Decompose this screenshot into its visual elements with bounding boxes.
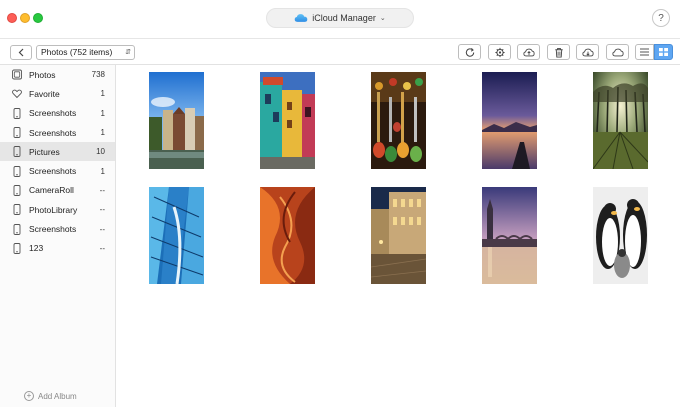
close-window-button[interactable] xyxy=(7,13,17,23)
photo-thumbnail[interactable] xyxy=(371,72,426,169)
penguins-image xyxy=(593,187,648,284)
album-label: Screenshots xyxy=(29,108,77,119)
hookah-pipes-image xyxy=(371,72,426,169)
plus-icon: + xyxy=(24,391,34,401)
toolbar: Photos (752 items) ⇵ xyxy=(0,38,680,65)
phone-icon xyxy=(12,127,22,138)
album-label: Pictures xyxy=(29,146,60,157)
antelope-canyon-image xyxy=(260,187,315,284)
phone-icon xyxy=(12,184,22,196)
album-count: 1 xyxy=(100,166,105,176)
european-square-night-image xyxy=(371,187,426,284)
photo-thumbnail[interactable] xyxy=(482,72,537,169)
album-select[interactable]: Photos (752 items) ⇵ xyxy=(36,45,135,60)
add-album-label: Add Album xyxy=(38,391,77,401)
heart-icon xyxy=(12,88,22,99)
photo-thumbnail[interactable] xyxy=(149,187,204,284)
photo-thumbnail[interactable] xyxy=(371,187,426,284)
updown-chevron-icon: ⇵ xyxy=(125,49,131,56)
download-from-cloud-button[interactable] xyxy=(576,44,599,60)
album-label: Screenshots xyxy=(29,224,77,235)
london-big-ben-image xyxy=(482,187,537,284)
photo-thumbnail[interactable] xyxy=(260,72,315,169)
photo-grid xyxy=(117,65,680,407)
phone-icon xyxy=(12,242,22,254)
chevron-left-icon xyxy=(18,48,24,57)
album-count: 10 xyxy=(96,147,105,157)
cloud-icon xyxy=(611,48,624,56)
album-count: -- xyxy=(99,205,105,215)
album-label: Favorite xyxy=(29,88,60,99)
list-view-icon xyxy=(640,48,649,56)
upload-to-cloud-button[interactable] xyxy=(517,44,540,60)
icloud-icon xyxy=(294,14,308,22)
phone-icon xyxy=(12,204,22,216)
phone-icon xyxy=(12,165,22,177)
app-window: iCloud Manager ⌄ ? Photos (752 items) ⇵ xyxy=(0,0,680,407)
refresh-button[interactable] xyxy=(458,44,481,60)
album-item[interactable]: Screenshots -- xyxy=(0,219,115,238)
album-item[interactable]: Favorite 1 xyxy=(0,84,115,103)
album-count: -- xyxy=(99,243,105,253)
album-count: -- xyxy=(99,185,105,195)
photos-icon xyxy=(12,69,22,80)
colorful-street-houses-image xyxy=(260,72,315,169)
refresh-icon xyxy=(465,47,474,57)
back-button[interactable] xyxy=(10,45,32,60)
album-label: PhotoLibrary xyxy=(29,204,78,215)
album-item[interactable]: Screenshots 1 xyxy=(0,104,115,123)
album-label: Screenshots xyxy=(29,127,77,138)
album-label: CameraRoll xyxy=(29,185,74,196)
settings-icon xyxy=(494,47,505,57)
album-select-value: Photos (752 items) xyxy=(41,47,113,57)
album-item[interactable]: 123 -- xyxy=(0,239,115,258)
album-item[interactable]: Screenshots 1 xyxy=(0,161,115,180)
photo-thumbnail[interactable] xyxy=(593,187,648,284)
album-label: Screenshots xyxy=(29,166,77,177)
phone-icon xyxy=(12,107,22,119)
album-count: 1 xyxy=(100,128,105,138)
album-count: -- xyxy=(99,224,105,234)
chevron-down-icon: ⌄ xyxy=(379,15,386,22)
album-item[interactable]: Photos 738 xyxy=(0,65,115,84)
blue-glass-architecture-image xyxy=(149,187,204,284)
cloud-button[interactable] xyxy=(606,44,629,60)
album-list: Photos 738 Favorite 1 Screenshots 1 Screenshot… xyxy=(0,65,115,258)
park-trees-sunlight-image xyxy=(593,72,648,169)
delete-icon xyxy=(554,47,563,58)
grid-view-button[interactable] xyxy=(654,44,673,60)
lake-sunset-pier-image xyxy=(482,72,537,169)
photo-thumbnail[interactable] xyxy=(482,187,537,284)
photo-thumbnail[interactable] xyxy=(260,187,315,284)
help-button[interactable]: ? xyxy=(652,9,670,27)
settings-button[interactable] xyxy=(488,44,511,60)
album-item[interactable]: CameraRoll -- xyxy=(0,181,115,200)
phone-icon xyxy=(12,146,22,158)
album-item[interactable]: PhotoLibrary -- xyxy=(0,200,115,219)
delete-button[interactable] xyxy=(547,44,570,60)
upload-icon xyxy=(522,48,535,56)
grid-view-icon xyxy=(659,48,668,56)
album-item[interactable]: Pictures 10 xyxy=(0,142,115,162)
app-title-menu[interactable]: iCloud Manager ⌄ xyxy=(266,8,414,28)
minimize-window-button[interactable] xyxy=(20,13,30,23)
amsterdam-canal-houses-image xyxy=(149,72,204,169)
phone-icon xyxy=(12,223,22,235)
album-label: Photos xyxy=(29,69,56,80)
download-icon xyxy=(581,48,594,56)
list-view-button[interactable] xyxy=(635,44,654,60)
album-count: 738 xyxy=(91,70,105,80)
app-title: iCloud Manager xyxy=(312,13,376,23)
photo-thumbnail[interactable] xyxy=(149,72,204,169)
album-count: 1 xyxy=(100,89,105,99)
album-item[interactable]: Screenshots 1 xyxy=(0,123,115,142)
photo-thumbnail[interactable] xyxy=(593,72,648,169)
album-count: 1 xyxy=(100,108,105,118)
zoom-window-button[interactable] xyxy=(33,13,43,23)
album-sidebar: Photos 738 Favorite 1 Screenshots 1 Screenshot… xyxy=(0,65,116,407)
album-label: 123 xyxy=(29,243,44,254)
title-bar: iCloud Manager ⌄ ? xyxy=(0,0,680,38)
add-album-button[interactable]: + Add Album xyxy=(24,391,77,401)
